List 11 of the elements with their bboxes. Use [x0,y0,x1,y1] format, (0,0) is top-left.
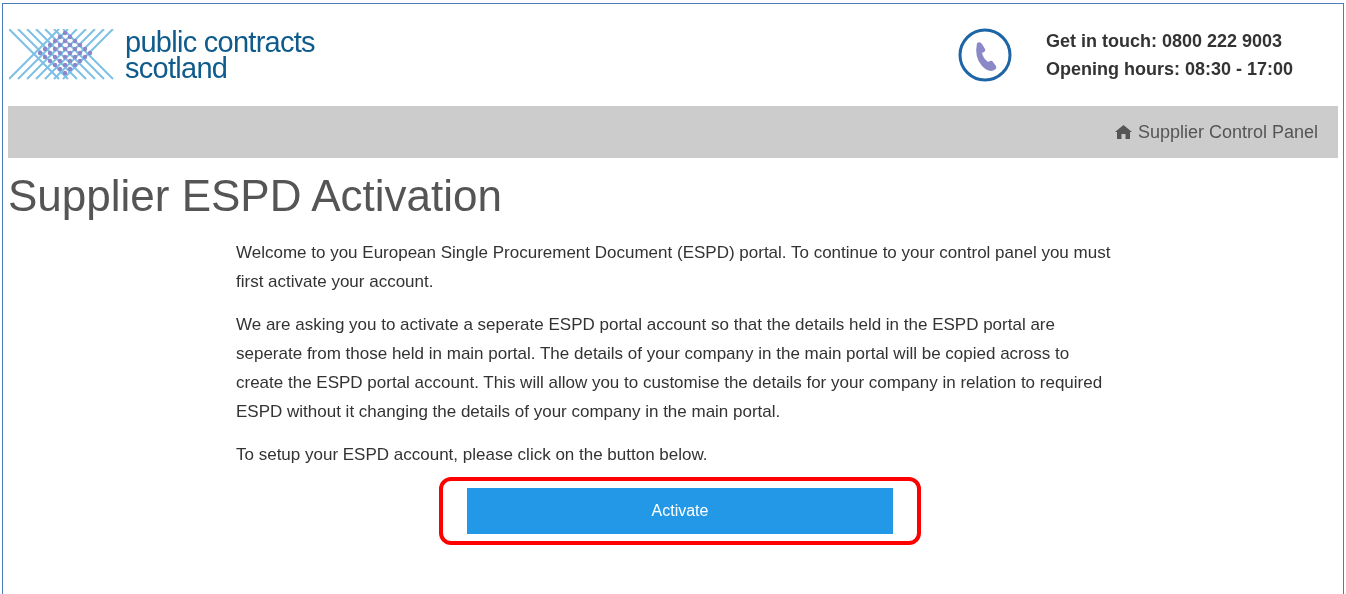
phone-icon [957,28,1012,82]
activate-button[interactable]: Activate [467,488,893,534]
breadcrumb-link[interactable]: Supplier Control Panel [1114,118,1318,146]
paragraph: To setup your ESPD account, please click on the button below. [236,444,709,466]
home-icon [1114,125,1132,139]
paragraph: Welcome to you European Single Procurement Document (ESPD) portal. To continue to your control panel you must first activate your account. [236,242,1112,293]
paragraph: We are asking you to activate a seperate ESPD portal account so that the details held in the ESPD portal are seperate from those held in main portal. The details of your company in the main portal will be copied across to create the ESPD portal account. This will allow you to customise the details for your company in relation to required ESPD without it changing the details of your company in the main portal. [236,314,1104,423]
logo-text: scotland [125,55,229,81]
contact-text: Get in touch: 0800 222 9003 [1045,30,1284,53]
page-title: Supplier ESPD Activation [8,170,504,222]
contact-text: Opening hours: 08:30 - 17:00 [1045,58,1293,81]
